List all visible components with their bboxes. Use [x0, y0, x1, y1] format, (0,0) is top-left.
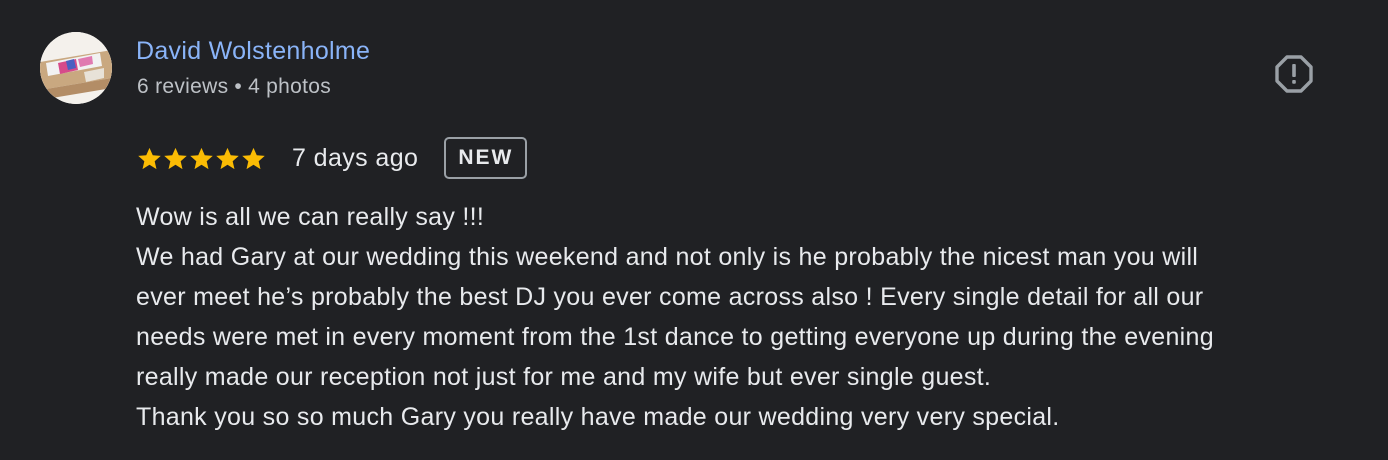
review-date: 7 days ago	[292, 143, 419, 172]
new-badge: NEW	[444, 137, 528, 179]
review-text: Wow is all we can really say !!! We had …	[136, 197, 1366, 437]
report-flag-icon	[1275, 55, 1313, 93]
review-card: David Wolstenholme 6 reviews • 4 photos 7 …	[0, 0, 1388, 460]
review-text-line: Thank you so so much Gary you really hav…	[136, 403, 1060, 431]
report-review-button[interactable]	[1272, 52, 1316, 96]
review-text-line: needs were met in every moment from the …	[136, 323, 1214, 351]
rating-row: 7 days ago NEW	[136, 134, 528, 182]
photo-count: 4 photos	[248, 75, 332, 98]
star-icon	[216, 147, 239, 169]
author-avatar[interactable]	[40, 32, 112, 104]
review-text-line: ever meet he’s probably the best DJ you …	[136, 283, 1204, 311]
review-count: 6 reviews	[137, 75, 229, 98]
review-text-line: really made our reception not just for m…	[136, 363, 992, 391]
review-text-line: We had Gary at our wedding this weekend …	[136, 243, 1199, 271]
meta-separator: •	[234, 75, 243, 98]
star-icon	[242, 147, 265, 169]
star-icon	[164, 147, 187, 169]
author-meta: 6 reviews • 4 photos	[137, 75, 331, 99]
star-icon	[138, 147, 161, 169]
author-name-link[interactable]: David Wolstenholme	[136, 37, 370, 66]
star-icon	[190, 147, 213, 169]
review-text-line: Wow is all we can really say !!!	[136, 203, 485, 231]
star-rating	[136, 145, 266, 172]
